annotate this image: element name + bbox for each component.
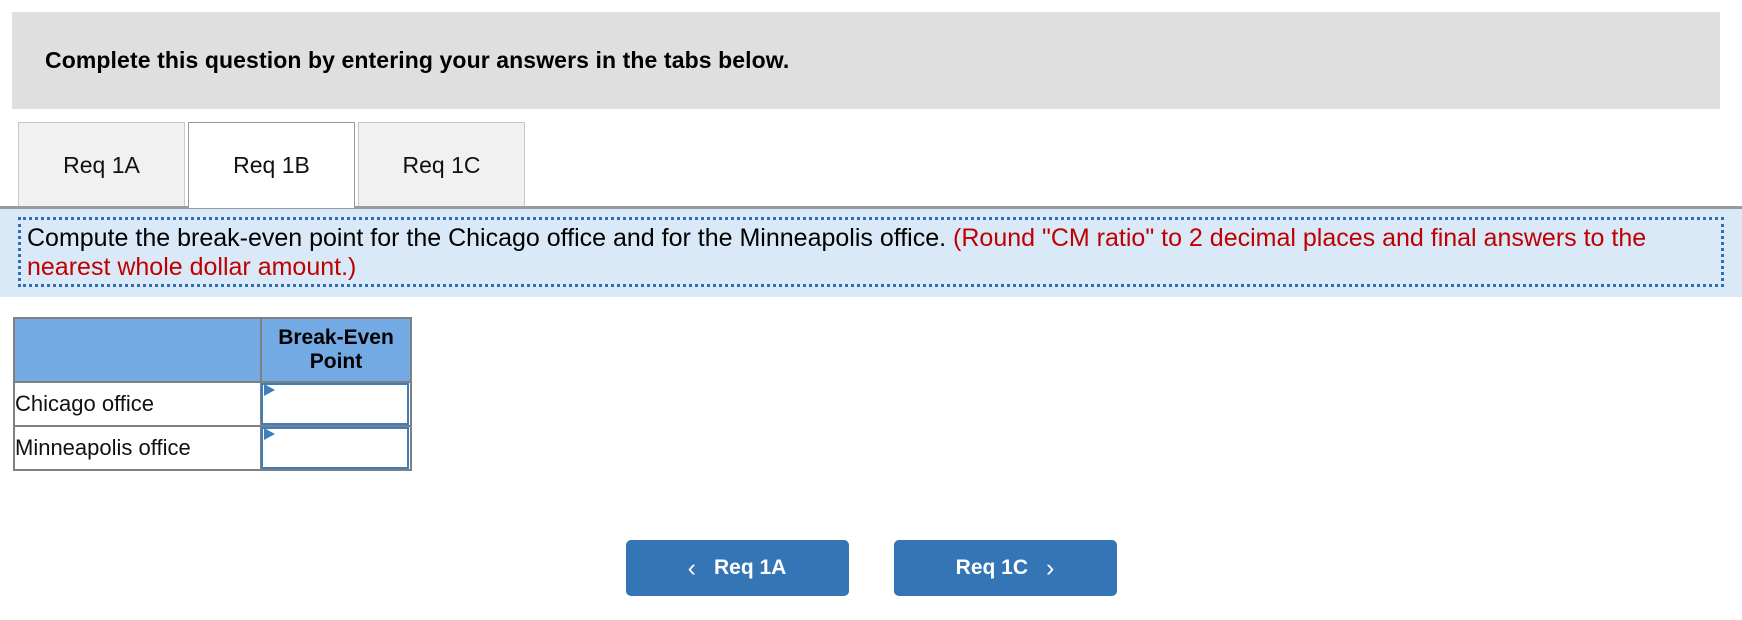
tab-req-1a[interactable]: Req 1A — [18, 122, 185, 207]
table-header: Break-Even Point — [13, 317, 412, 383]
row-label-minneapolis-office: Minneapolis office — [13, 425, 262, 471]
tab-req-1b-label: Req 1B — [233, 151, 310, 178]
next-req-1c-label: Req 1C — [955, 556, 1029, 579]
table-row: Minneapolis office — [13, 425, 412, 471]
navigation-bar: ‹ Req 1A Req 1C › — [0, 540, 1742, 596]
next-req-1c-button[interactable]: Req 1C › — [893, 540, 1117, 596]
tab-req-1b[interactable]: Req 1B — [188, 122, 355, 208]
tab-req-1c-label: Req 1C — [402, 151, 481, 178]
tab-req-1c[interactable]: Req 1C — [358, 122, 525, 207]
table-header-row: Break-Even Point — [13, 317, 412, 383]
requirement-tabs: Req 1A Req 1B Req 1C — [18, 122, 528, 208]
prev-req-1a-button[interactable]: ‹ Req 1A — [625, 540, 849, 596]
tab-req-1a-label: Req 1A — [63, 151, 140, 178]
cell-minneapolis-break-even[interactable] — [260, 425, 412, 471]
table-body: Chicago office Minneapolis office — [13, 381, 412, 471]
cell-chicago-break-even[interactable] — [260, 381, 412, 427]
table-row: Chicago office — [13, 381, 412, 427]
instruction-banner: Complete this question by entering your … — [12, 12, 1720, 109]
break-even-answer-table: Break-Even Point Chicago office Minneapo… — [13, 317, 412, 471]
chevron-left-icon: ‹ — [687, 553, 696, 582]
table-header-break-even-point: Break-Even Point — [260, 317, 412, 383]
question-banner: Compute the break-even point for the Chi… — [0, 206, 1742, 297]
instruction-banner-text: Complete this question by entering your … — [45, 47, 790, 73]
question-text-box: Compute the break-even point for the Chi… — [18, 217, 1724, 287]
table-header-blank — [13, 317, 262, 383]
row-label-chicago-office: Chicago office — [13, 381, 262, 427]
input-chicago-break-even[interactable] — [261, 382, 409, 425]
chevron-right-icon: › — [1046, 553, 1055, 582]
prev-req-1a-label: Req 1A — [713, 556, 787, 579]
question-main-text: Compute the break-even point for the Chi… — [27, 224, 947, 252]
input-minneapolis-break-even[interactable] — [261, 426, 409, 469]
